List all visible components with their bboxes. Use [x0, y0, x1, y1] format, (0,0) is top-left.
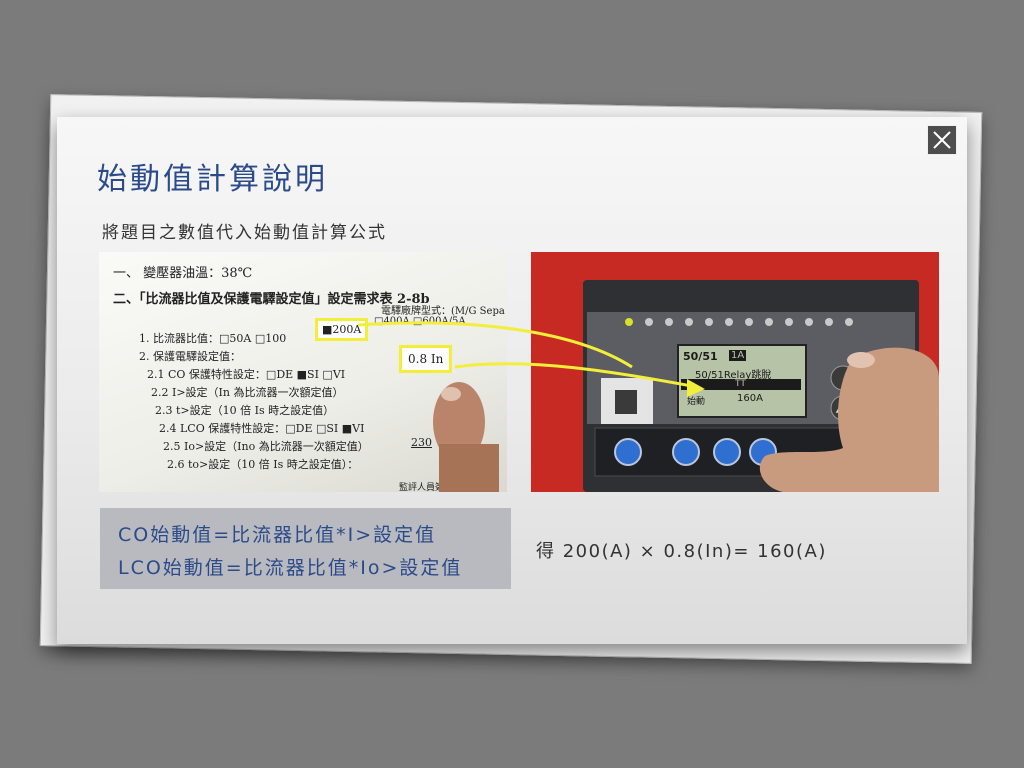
slide-card: 始動值計算說明 將題目之數值代入始動值計算公式 一、 變壓器油溫：38℃ 二、「… [57, 117, 967, 644]
calculation-result: 得 200(A) × 0.8(In)= 160(A) [536, 541, 827, 562]
formula-box: CO始動值=比流器比值*I>設定值 LCO始動值=比流器比值*Io>設定值 [100, 508, 511, 589]
co-formula: CO始動值=比流器比值*I>設定值 [118, 524, 437, 546]
lco-formula: LCO始動值=比流器比值*Io>設定值 [118, 557, 463, 579]
